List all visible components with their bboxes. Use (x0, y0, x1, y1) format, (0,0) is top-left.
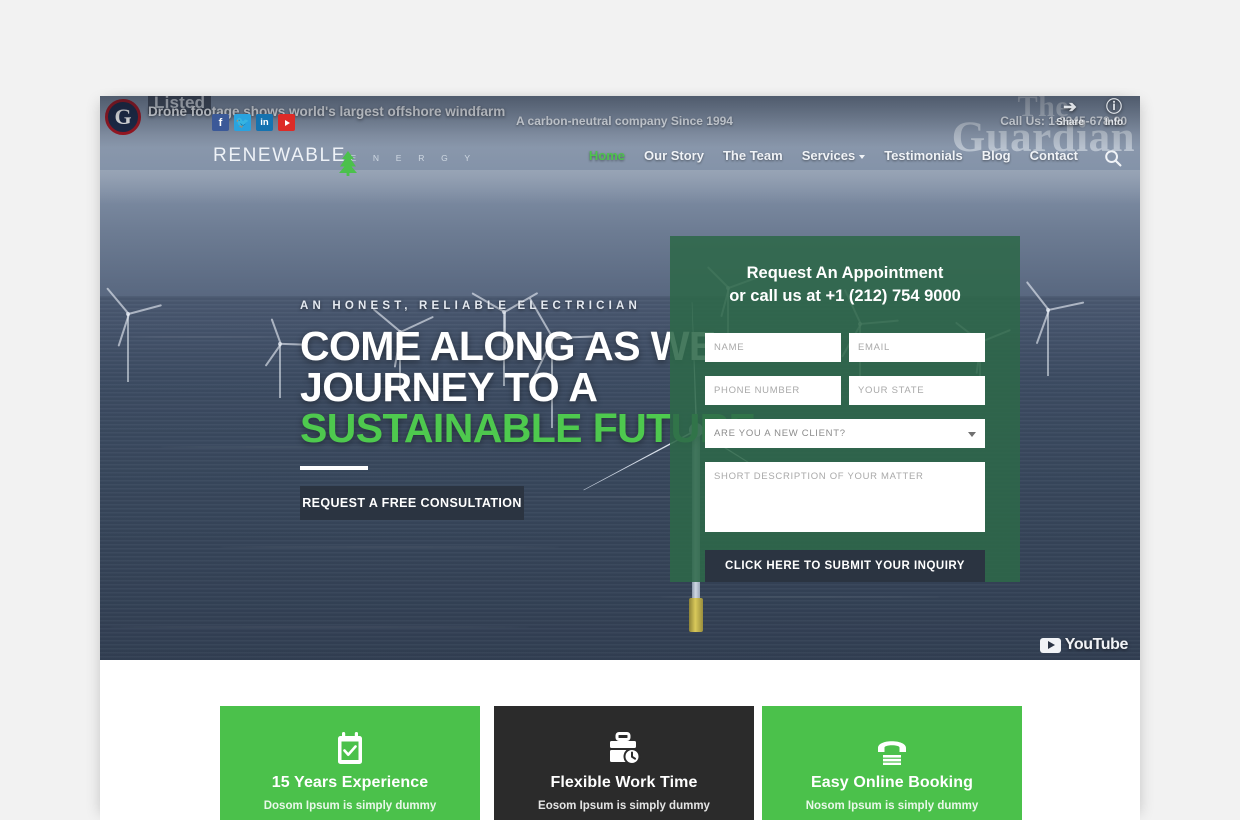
your-state-input[interactable] (849, 376, 985, 405)
site-logo[interactable]: RENEWABLE E N E R G Y (213, 145, 478, 176)
nav-services-label: Services (801, 148, 856, 163)
nav-item-blog[interactable]: Blog (982, 148, 1011, 163)
calendar-check-icon (335, 730, 365, 768)
video-share-button[interactable]: ➔ Share (1048, 99, 1092, 128)
phone-number-input[interactable] (705, 376, 841, 405)
telephone-icon (874, 730, 910, 768)
nav-item-testimonials[interactable]: Testimonials (884, 148, 963, 163)
feature-card-title: Flexible Work Time (550, 774, 698, 791)
form-row-phone-state (705, 376, 985, 405)
new-client-select[interactable]: ARE YOU A NEW CLIENT? (705, 419, 985, 448)
logo-main-text: RENEWABLE (213, 145, 347, 166)
play-icon (1039, 637, 1061, 653)
nav-item-home[interactable]: Home (589, 148, 625, 163)
twitter-icon[interactable]: 🐦 (234, 114, 251, 131)
youtube-icon[interactable] (278, 114, 295, 131)
name-input[interactable] (705, 333, 841, 362)
feature-card-description: Eosom Ipsum is simply dummy (538, 800, 710, 812)
website-page: G Listed Drone footage shows world's lar… (100, 96, 1140, 820)
form-title-line-2: or call us at +1 (212) 754 9000 (729, 287, 961, 305)
form-title: Request An Appointment or call us at +1 … (670, 262, 1020, 308)
submit-inquiry-button[interactable]: CLICK HERE TO SUBMIT YOUR INQUIRY (705, 550, 985, 582)
chevron-down-icon (859, 154, 866, 159)
briefcase-clock-icon (606, 730, 642, 768)
water-ripple (110, 626, 530, 628)
feature-card-title: Easy Online Booking (811, 774, 973, 791)
video-info-button[interactable]: ⓘ Info (1092, 99, 1136, 128)
feature-card-flexible-time[interactable]: Flexible Work Time Eosom Ipsum is simply… (494, 706, 754, 820)
new-client-select-value: ARE YOU A NEW CLIENT? (714, 428, 846, 439)
social-share-row: f 🐦 in (212, 114, 295, 131)
hero-divider (300, 466, 368, 470)
chevron-down-icon (968, 432, 976, 437)
form-row-name-email (705, 333, 985, 362)
water-ripple (130, 336, 280, 338)
feature-cards-section: 15 Years Experience Dosom Ipsum is simpl… (100, 660, 1140, 820)
nav-item-our-story[interactable]: Our Story (644, 148, 704, 163)
site-navbar: RENEWABLE E N E R G Y Home Our Story The… (100, 142, 1140, 190)
request-free-consultation-button[interactable]: REQUEST A FREE CONSULTATION (300, 486, 524, 520)
water-ripple (220, 546, 560, 548)
tree-logo-icon (339, 151, 357, 176)
share-arrow-icon: ➔ (1063, 99, 1077, 116)
facebook-icon[interactable]: f (212, 114, 229, 131)
share-label: Share (1056, 117, 1084, 128)
feature-card-experience[interactable]: 15 Years Experience Dosom Ipsum is simpl… (220, 706, 480, 820)
feature-card-title: 15 Years Experience (271, 774, 429, 791)
linkedin-icon[interactable]: in (256, 114, 273, 131)
youtube-wordmark: YouTube (1064, 636, 1129, 653)
email-input[interactable] (849, 333, 985, 362)
info-label: Info (1104, 117, 1124, 128)
search-icon[interactable] (1104, 149, 1122, 167)
form-title-line-1: Request An Appointment (746, 264, 944, 282)
feature-card-description: Nosom Ipsum is simply dummy (805, 800, 979, 812)
feature-card-online-booking[interactable]: Easy Online Booking Nosom Ipsum is simpl… (762, 706, 1022, 820)
nav-item-contact[interactable]: Contact (1030, 148, 1078, 163)
nav-item-services[interactable]: Services (802, 148, 866, 163)
main-navigation: Home Our Story The Team Services Testimo… (589, 148, 1078, 163)
logo-sub-text: E N E R G Y (350, 153, 478, 163)
matter-description-textarea[interactable] (705, 462, 985, 532)
youtube-logo[interactable]: YouTube (1039, 636, 1129, 654)
feature-card-description: Dosom Ipsum is simply dummy (263, 800, 437, 812)
appointment-form-panel: Request An Appointment or call us at +1 … (670, 236, 1020, 582)
hero-video-region: G Listed Drone footage shows world's lar… (100, 96, 1140, 660)
nav-item-the-team[interactable]: The Team (723, 148, 783, 163)
info-icon: ⓘ (1105, 99, 1122, 116)
